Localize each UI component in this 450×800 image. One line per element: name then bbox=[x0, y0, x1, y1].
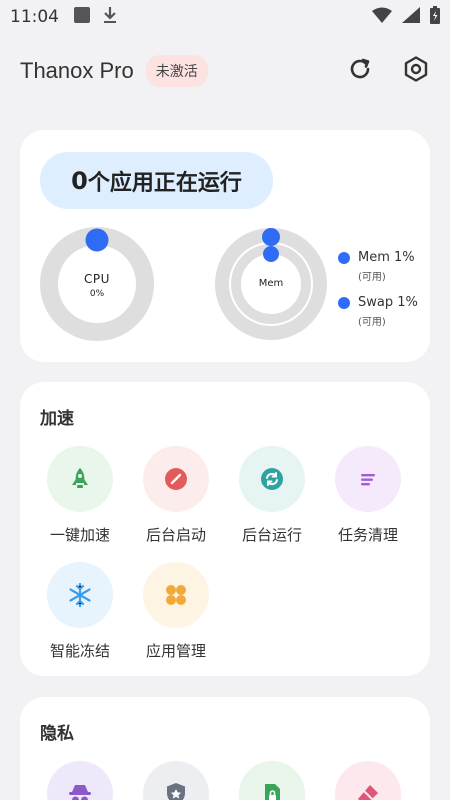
tile-app-management[interactable]: 应用管理 bbox=[131, 562, 221, 661]
privacy-section-card: 隐私 bbox=[20, 697, 430, 800]
legend-mem-sub: (可用) bbox=[358, 272, 386, 283]
tile-background-run[interactable]: 后台运行 bbox=[227, 446, 317, 545]
cpu-label: CPU bbox=[84, 272, 110, 286]
status-time: 11:04 bbox=[10, 7, 59, 27]
tile-background-start[interactable]: 后台启动 bbox=[131, 446, 221, 545]
tile-label: 一键加速 bbox=[49, 526, 110, 544]
status-bar: 11:04 bbox=[0, 0, 450, 34]
app-title: Thanox Pro bbox=[20, 58, 134, 83]
legend-swap-label: Swap 1% bbox=[358, 295, 418, 310]
memory-legend: Mem 1% (可用) Swap 1% (可用) bbox=[338, 250, 418, 328]
cpu-value: 0% bbox=[89, 289, 105, 299]
tile-label: 后台启动 bbox=[145, 526, 206, 544]
tile-task-cleanup[interactable]: 任务清理 bbox=[323, 446, 413, 545]
app-bar: Thanox Pro 未激活 bbox=[0, 48, 450, 94]
legend-mem-label: Mem 1% bbox=[358, 250, 415, 265]
running-count: 0 bbox=[71, 166, 88, 195]
running-apps-pill[interactable]: 0 个应用正在运行 bbox=[40, 152, 273, 209]
incognito-icon bbox=[47, 761, 113, 800]
download-icon bbox=[103, 6, 117, 29]
signal-icon bbox=[402, 6, 420, 28]
notification-square-icon bbox=[73, 6, 91, 29]
privacy-section-title: 隐私 bbox=[40, 724, 74, 744]
eraser-icon bbox=[335, 761, 401, 800]
tile-label: 应用管理 bbox=[145, 642, 206, 660]
sync-icon bbox=[239, 446, 305, 512]
tile-label: 智能冻结 bbox=[49, 642, 110, 660]
tile-smart-freeze[interactable]: 智能冻结 bbox=[35, 562, 125, 661]
tile-privacy-2[interactable] bbox=[131, 761, 221, 800]
activation-badge[interactable]: 未激活 bbox=[145, 55, 208, 87]
wifi-icon bbox=[372, 7, 392, 28]
speed-section-card: 加速 一键加速 后台启动 后台运行 任务清理 智能冻结 应用管理 bbox=[20, 382, 430, 676]
legend-swap-sub: (可用) bbox=[358, 317, 386, 328]
no-entry-icon bbox=[143, 446, 209, 512]
mem-gauge[interactable]: Mem bbox=[214, 227, 328, 341]
tile-privacy-1[interactable] bbox=[35, 761, 125, 800]
swap-dot bbox=[338, 296, 350, 309]
cpu-gauge[interactable]: CPU 0% bbox=[40, 227, 154, 341]
refresh-icon[interactable] bbox=[346, 55, 374, 87]
speed-section-title: 加速 bbox=[40, 409, 74, 429]
settings-icon[interactable] bbox=[402, 55, 430, 87]
snowflake-icon bbox=[47, 562, 113, 628]
system-status-card: 0 个应用正在运行 CPU 0% Mem Mem 1% (可用) Swap 1% bbox=[20, 130, 430, 362]
lock-file-icon bbox=[239, 761, 305, 800]
shield-star-icon bbox=[143, 761, 209, 800]
tile-label: 后台运行 bbox=[241, 526, 302, 544]
tile-one-click-boost[interactable]: 一键加速 bbox=[35, 446, 125, 545]
legend-swap: Swap 1% bbox=[338, 295, 418, 310]
apps-grid-icon bbox=[143, 562, 209, 628]
tile-privacy-3[interactable] bbox=[227, 761, 317, 800]
running-text: 个应用正在运行 bbox=[87, 170, 242, 196]
rocket-icon bbox=[47, 446, 113, 512]
mem-label: Mem bbox=[258, 278, 284, 289]
legend-mem: Mem 1% bbox=[338, 250, 418, 265]
battery-icon bbox=[430, 5, 440, 29]
tile-label: 任务清理 bbox=[337, 526, 398, 544]
mem-dot bbox=[338, 251, 350, 264]
tile-privacy-4[interactable] bbox=[323, 761, 413, 800]
list-clean-icon bbox=[335, 446, 401, 512]
